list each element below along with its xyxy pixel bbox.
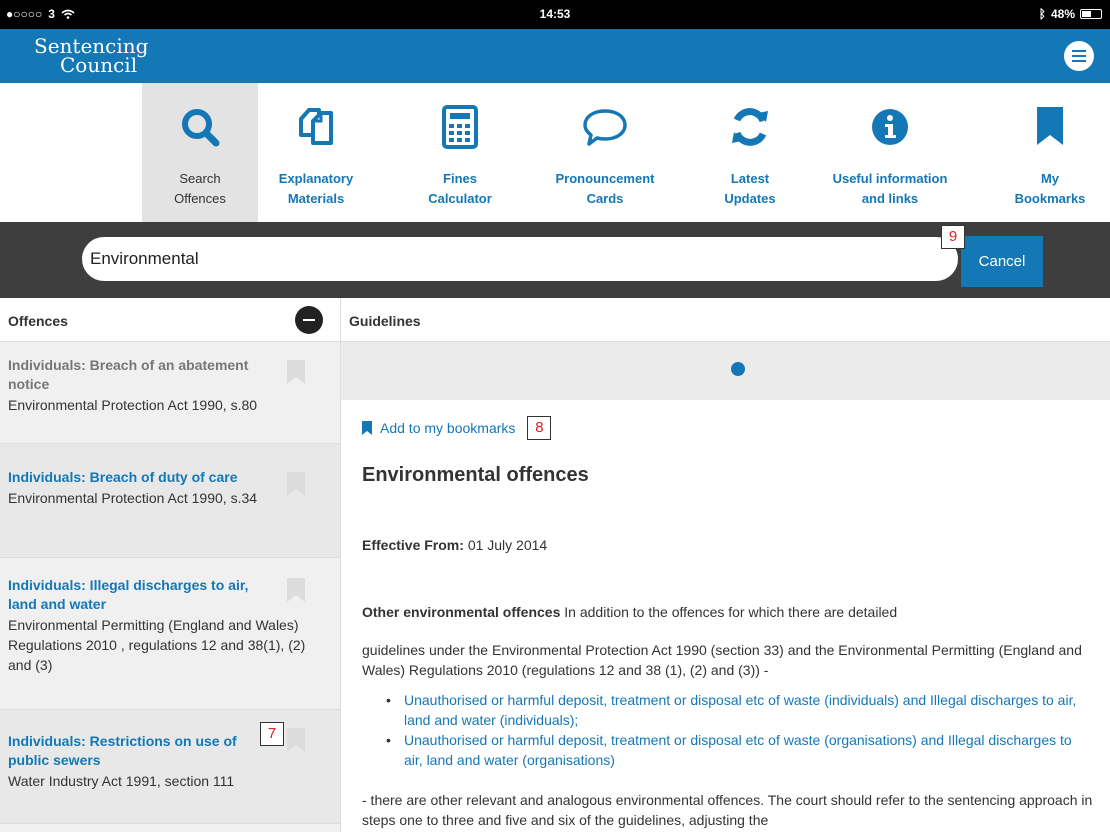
search-bar: Cancel 9	[0, 222, 1110, 298]
guideline-link[interactable]: Unauthorised or harmful deposit, treatme…	[384, 730, 1084, 770]
speech-bubble-icon	[583, 109, 627, 146]
bluetooth-icon: ᛒ	[1038, 7, 1046, 21]
nav-my-bookmarks[interactable]: My Bookmarks	[990, 83, 1110, 222]
sentencing-council-logo[interactable]: Sentencing Council	[34, 36, 148, 77]
nav-label-line1: My	[1040, 171, 1060, 186]
add-to-bookmarks-link[interactable]: Add to my bookmarks 8	[362, 416, 552, 440]
list-item[interactable]: Individuals: Restrictions on use of publ…	[0, 710, 340, 824]
bookmark-icon[interactable]	[287, 472, 305, 496]
nav-label-line1: Explanatory	[278, 171, 354, 186]
battery-fill	[1082, 11, 1091, 17]
guideline-title: Environmental offences	[362, 464, 589, 486]
nav-label-line2: Calculator	[428, 191, 492, 206]
guideline-paragraph: Other environmental offences In addition…	[362, 595, 1092, 629]
nav-label-line1: Fines	[443, 171, 477, 186]
annotation-marker-9: 9	[941, 225, 965, 249]
offence-title: Individuals: Breach of an abatement noti…	[8, 357, 249, 392]
bookmark-icon[interactable]	[287, 360, 305, 384]
guideline-link[interactable]: Unauthorised or harmful deposit, treatme…	[384, 690, 1084, 730]
guidelines-header-label: Guidelines	[349, 313, 421, 329]
battery-icon	[1080, 9, 1102, 19]
nav-label-line2: Materials	[287, 191, 345, 206]
annotation-marker-7: 7	[260, 722, 284, 746]
battery-info: ᛒ 48%	[1039, 7, 1102, 21]
main-nav: Search Offences Explanatory Materials Fine…	[0, 83, 1110, 222]
nav-explanatory-materials[interactable]: Explanatory Materials	[258, 83, 374, 222]
offence-act: Environmental Protection Act 1990, s.80	[8, 397, 258, 413]
offence-title: Individuals: Breach of duty of care	[8, 469, 238, 485]
guideline-links-list: Unauthorised or harmful deposit, treatme…	[384, 690, 1084, 770]
nav-pronouncement-cards[interactable]: Pronouncement Cards	[540, 83, 670, 222]
nav-label-line2: Bookmarks	[1014, 191, 1086, 206]
offence-act: Water Industry Act 1991, section 111	[8, 773, 235, 789]
loading-dot-icon	[731, 362, 745, 376]
status-bar: ●○○○○ 3 14:53 ᛒ 48%	[0, 0, 1110, 29]
info-icon	[872, 109, 908, 145]
offences-header-label: Offences	[8, 313, 68, 329]
nav-useful-information[interactable]: Useful information and links	[815, 83, 965, 222]
annotation-marker-8: 8	[527, 416, 552, 440]
add-to-bookmarks-label: Add to my bookmarks	[380, 420, 516, 436]
list-item[interactable]: Individuals: Breach of an abatement noti…	[0, 342, 340, 444]
bookmark-icon	[1037, 107, 1063, 145]
effective-from-date: 01 July 2014	[467, 537, 548, 553]
nav-label-line1: Useful information	[832, 171, 948, 186]
documents-icon	[299, 108, 333, 145]
nav-label-line1: Latest	[730, 171, 770, 186]
offences-column-header: Offences	[0, 298, 340, 342]
paragraph-text: In addition to the offences for which th…	[560, 604, 898, 620]
paragraph-heading: Other environmental offences	[362, 604, 561, 620]
effective-from-label: Effective From:	[362, 537, 464, 553]
guidelines-column-header: Guidelines	[341, 298, 1110, 342]
nav-label-line2: Updates	[724, 191, 776, 206]
app-header: Sentencing Council	[0, 29, 1110, 83]
refresh-icon	[732, 108, 768, 146]
search-input[interactable]	[82, 237, 958, 281]
offence-title: Individuals: Restrictions on use of publ…	[8, 733, 237, 768]
cancel-button[interactable]: Cancel	[961, 236, 1043, 287]
nav-fines-calculator[interactable]: Fines Calculator	[400, 83, 520, 222]
list-item[interactable]: Individuals: Illegal discharges to air, …	[0, 558, 340, 710]
bookmark-icon[interactable]	[287, 578, 305, 602]
battery-percent: 48%	[1050, 7, 1075, 21]
search-icon	[182, 109, 220, 147]
offence-title: Individuals: Illegal discharges to air, …	[8, 577, 249, 612]
logo-line2: Council	[60, 53, 138, 77]
guideline-paragraph: - there are other relevant and analogous…	[362, 792, 1093, 828]
nav-label-line2: Cards	[586, 191, 624, 206]
nav-label-line1: Pronouncement	[555, 171, 655, 186]
nav-label-line2: and links	[861, 191, 919, 206]
nav-label-line2: Offences	[174, 191, 226, 206]
loading-indicator-bar	[341, 342, 1110, 400]
offence-act: Environmental Permitting (England and Wa…	[8, 617, 306, 673]
clock: 14:53	[539, 7, 571, 21]
collapse-icon[interactable]	[295, 306, 323, 334]
guideline-paragraph: guidelines under the Environmental Prote…	[362, 642, 1082, 678]
offences-list: Individuals: Breach of an abatement noti…	[0, 342, 340, 832]
bookmark-icon	[362, 421, 372, 435]
calculator-icon	[442, 105, 478, 149]
nav-search-offences[interactable]: Search Offences	[142, 83, 258, 222]
hamburger-menu-icon[interactable]	[1064, 41, 1094, 71]
bookmark-icon[interactable]	[287, 728, 305, 752]
offence-act: Environmental Protection Act 1990, s.34	[8, 490, 258, 506]
effective-from: Effective From: 01 July 2014	[362, 537, 547, 553]
nav-label-line1: Search	[179, 171, 221, 186]
list-item[interactable]: Individuals: Breach of duty of care Envi…	[0, 444, 340, 558]
nav-latest-updates[interactable]: Latest Updates	[690, 83, 810, 222]
